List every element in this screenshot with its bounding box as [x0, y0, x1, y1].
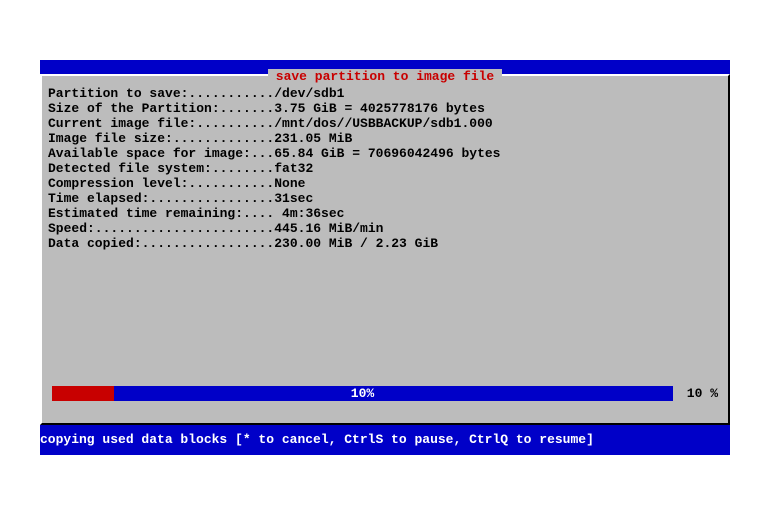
- progress-row: 10% 10 %: [52, 386, 718, 401]
- line-time-elapsed: Time elapsed:................31sec: [48, 191, 722, 206]
- line-detected-fs: Detected file system:........fat32: [48, 161, 722, 176]
- line-speed: Speed:.......................445.16 MiB/…: [48, 221, 722, 236]
- line-compression: Compression level:...........None: [48, 176, 722, 191]
- progress-bar: 10%: [52, 386, 673, 401]
- dialog-title-row: save partition to image file: [42, 69, 728, 83]
- line-partition-to-save: Partition to save:.........../dev/sdb1: [48, 86, 722, 101]
- progress-center-label: 10%: [52, 386, 673, 401]
- line-image-file-size: Image file size:.............231.05 MiB: [48, 131, 722, 146]
- terminal-screen: save partition to image file Partition t…: [40, 60, 730, 455]
- dialog-content: Partition to save:.........../dev/sdb1 S…: [48, 86, 722, 251]
- status-footer: copying used data blocks [* to cancel, C…: [40, 432, 730, 447]
- line-data-copied: Data copied:.................230.00 MiB …: [48, 236, 722, 251]
- progress-right-label: 10 %: [673, 386, 718, 401]
- line-eta: Estimated time remaining:.... 4m:36sec: [48, 206, 722, 221]
- line-available-space: Available space for image:...65.84 GiB =…: [48, 146, 722, 161]
- line-size-of-partition: Size of the Partition:.......3.75 GiB = …: [48, 101, 722, 116]
- dialog-title: save partition to image file: [268, 69, 502, 84]
- dialog-window: save partition to image file Partition t…: [40, 74, 730, 425]
- line-current-image-file: Current image file:........../mnt/dos//U…: [48, 116, 722, 131]
